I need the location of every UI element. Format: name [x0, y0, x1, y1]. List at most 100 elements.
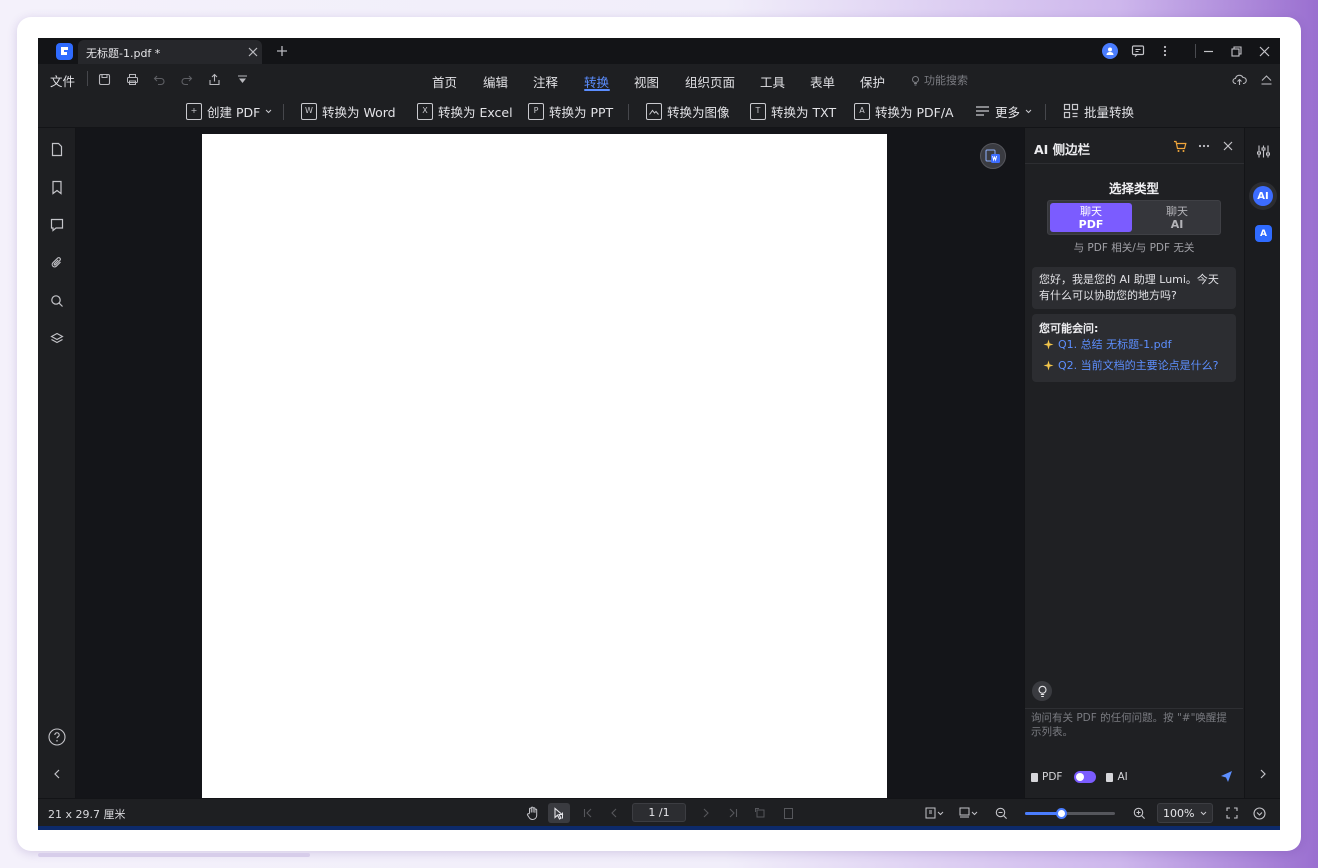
chat-pdf-line1: 聊天	[1080, 205, 1102, 218]
convert-to-pdfa-button[interactable]: A 转换为 PDF/A	[854, 100, 954, 122]
convert-to-ppt-button[interactable]: P 转换为 PPT	[528, 100, 613, 122]
menu-item-home[interactable]: 首页	[432, 72, 457, 91]
zoom-slider-handle[interactable]	[1056, 808, 1067, 819]
settings-sliders-icon[interactable]	[1253, 141, 1273, 161]
footer-pdf-label: PDF	[1042, 771, 1063, 783]
toolbar-divider	[628, 104, 629, 120]
convert-to-pdfa-label: 转换为 PDF/A	[875, 104, 954, 120]
zoom-in-icon[interactable]	[1131, 805, 1147, 821]
restore-icon[interactable]	[1228, 43, 1244, 59]
convert-to-excel-button[interactable]: X 转换为 Excel	[417, 100, 513, 122]
next-page-icon[interactable]	[698, 805, 714, 821]
convert-to-txt-button[interactable]: T 转换为 TXT	[750, 100, 836, 122]
last-page-icon[interactable]	[724, 805, 740, 821]
feature-search-label: 功能搜索	[924, 74, 968, 87]
attachment-icon[interactable]	[49, 255, 65, 271]
tab-title: 无标题-1.pdf *	[86, 47, 161, 60]
fullscreen-icon[interactable]	[1224, 805, 1240, 821]
chat-pdf-option[interactable]: 聊天 PDF	[1050, 203, 1132, 232]
chat-ai-line2: AI	[1170, 218, 1184, 231]
zoom-out-icon[interactable]	[993, 805, 1009, 821]
rotate-page-icon[interactable]	[752, 805, 768, 821]
send-icon[interactable]	[1219, 769, 1233, 783]
share-icon[interactable]	[206, 71, 222, 87]
more-label: 更多	[995, 104, 1021, 120]
menu-bar: 文件 首页 编辑 注释 转换 视图 组织页面 工具 表单 保护 功能搜索	[38, 64, 1280, 94]
ai-assistant-icon[interactable]: AI	[1253, 186, 1273, 206]
toolbar-divider	[283, 104, 284, 120]
quick-access-dropdown-icon[interactable]	[234, 71, 250, 87]
comment-icon[interactable]	[49, 217, 65, 233]
ai-sidebar-header: AI 侧边栏	[1025, 128, 1245, 164]
menu-item-organize-pages[interactable]: 组织页面	[685, 72, 735, 91]
chat-pdf-line2: PDF	[1078, 218, 1104, 231]
pdf-page[interactable]	[202, 134, 887, 798]
chat-icon[interactable]	[1130, 43, 1146, 59]
document-tab[interactable]: 无标题-1.pdf *	[78, 40, 262, 64]
plus-icon[interactable]	[274, 43, 290, 59]
close-icon[interactable]	[1220, 138, 1236, 154]
collapse-ribbon-icon[interactable]	[1258, 71, 1274, 87]
select-tool-icon[interactable]	[548, 803, 570, 823]
chat-ai-option[interactable]: 聊天 AI	[1136, 203, 1218, 232]
suggested-question-2[interactable]: Q2. 当前文档的主要论点是什么?	[1042, 357, 1219, 373]
bookmark-icon[interactable]	[49, 179, 65, 195]
layers-icon[interactable]	[49, 331, 65, 347]
feature-search[interactable]: 功能搜索	[910, 72, 968, 88]
zoom-level-select[interactable]: 100%	[1157, 803, 1213, 823]
convert-word-floating-icon[interactable]	[980, 143, 1006, 169]
more-icon[interactable]	[1157, 43, 1173, 59]
redo-icon[interactable]	[178, 71, 194, 87]
minimize-icon[interactable]	[1200, 43, 1216, 59]
save-icon[interactable]	[96, 71, 112, 87]
avatar-icon[interactable]	[1102, 43, 1118, 59]
search-icon[interactable]	[49, 293, 65, 309]
close-icon[interactable]	[246, 45, 260, 59]
reading-mode-icon[interactable]	[958, 805, 980, 821]
print-icon[interactable]	[124, 71, 140, 87]
input-divider	[1025, 708, 1243, 709]
create-pdf-button[interactable]: + 创建 PDF	[186, 100, 272, 122]
more-button[interactable]: 更多	[975, 100, 1032, 122]
expand-circle-icon[interactable]	[1251, 805, 1267, 821]
convert-to-word-button[interactable]: W 转换为 Word	[301, 100, 396, 122]
expand-right-icon[interactable]	[1253, 764, 1273, 784]
fit-page-icon[interactable]	[780, 805, 796, 821]
menu-item-edit[interactable]: 编辑	[483, 72, 508, 91]
page-number-input[interactable]: 1 /1	[632, 803, 686, 822]
help-icon[interactable]	[47, 727, 67, 747]
prompt-tips-icon[interactable]	[1032, 681, 1052, 701]
collapse-left-icon[interactable]	[49, 766, 65, 782]
ai-question-input[interactable]: 询问有关 PDF 的任何问题。按 "#"唤醒提示列表。	[1031, 711, 1237, 747]
ai-sidebar-title: AI 侧边栏	[1034, 142, 1091, 157]
convert-to-txt-label: 转换为 TXT	[771, 104, 837, 120]
document-viewer[interactable]	[76, 128, 1024, 798]
app-window: 无标题-1.pdf * 文件 首页 编辑 注释 转换 视图 组织页面 工具 表单…	[38, 38, 1280, 830]
translate-icon[interactable]: A	[1255, 225, 1272, 242]
pdf-doc-icon	[1031, 772, 1038, 782]
page-layout-icon[interactable]	[924, 805, 946, 821]
pdfa-icon: A	[854, 102, 870, 120]
cloud-upload-icon[interactable]	[1231, 71, 1247, 87]
menu-item-forms[interactable]: 表单	[810, 72, 835, 91]
cart-icon[interactable]	[1172, 138, 1188, 154]
hand-tool-icon[interactable]	[524, 805, 540, 821]
first-page-icon[interactable]	[580, 805, 596, 821]
suggested-question-1[interactable]: Q1. 总结 无标题-1.pdf	[1042, 336, 1171, 352]
menu-item-comment[interactable]: 注释	[533, 72, 558, 91]
toolbar-divider	[1045, 104, 1046, 120]
menu-item-view[interactable]: 视图	[634, 72, 659, 91]
undo-icon[interactable]	[151, 71, 167, 87]
convert-to-image-button[interactable]: 转换为图像	[646, 100, 730, 122]
zoom-slider[interactable]	[1025, 808, 1115, 819]
menu-item-protect[interactable]: 保护	[860, 72, 885, 91]
page-thumbnail-icon[interactable]	[49, 141, 65, 157]
close-window-icon[interactable]	[1256, 43, 1272, 59]
image-icon	[646, 102, 662, 120]
menu-item-tools[interactable]: 工具	[760, 72, 785, 91]
batch-convert-button[interactable]: 批量转换	[1063, 100, 1134, 122]
file-menu[interactable]: 文件	[50, 71, 75, 90]
more-horizontal-icon[interactable]	[1196, 138, 1212, 154]
prev-page-icon[interactable]	[606, 805, 622, 821]
pdf-ai-mode-toggle[interactable]	[1074, 771, 1097, 783]
